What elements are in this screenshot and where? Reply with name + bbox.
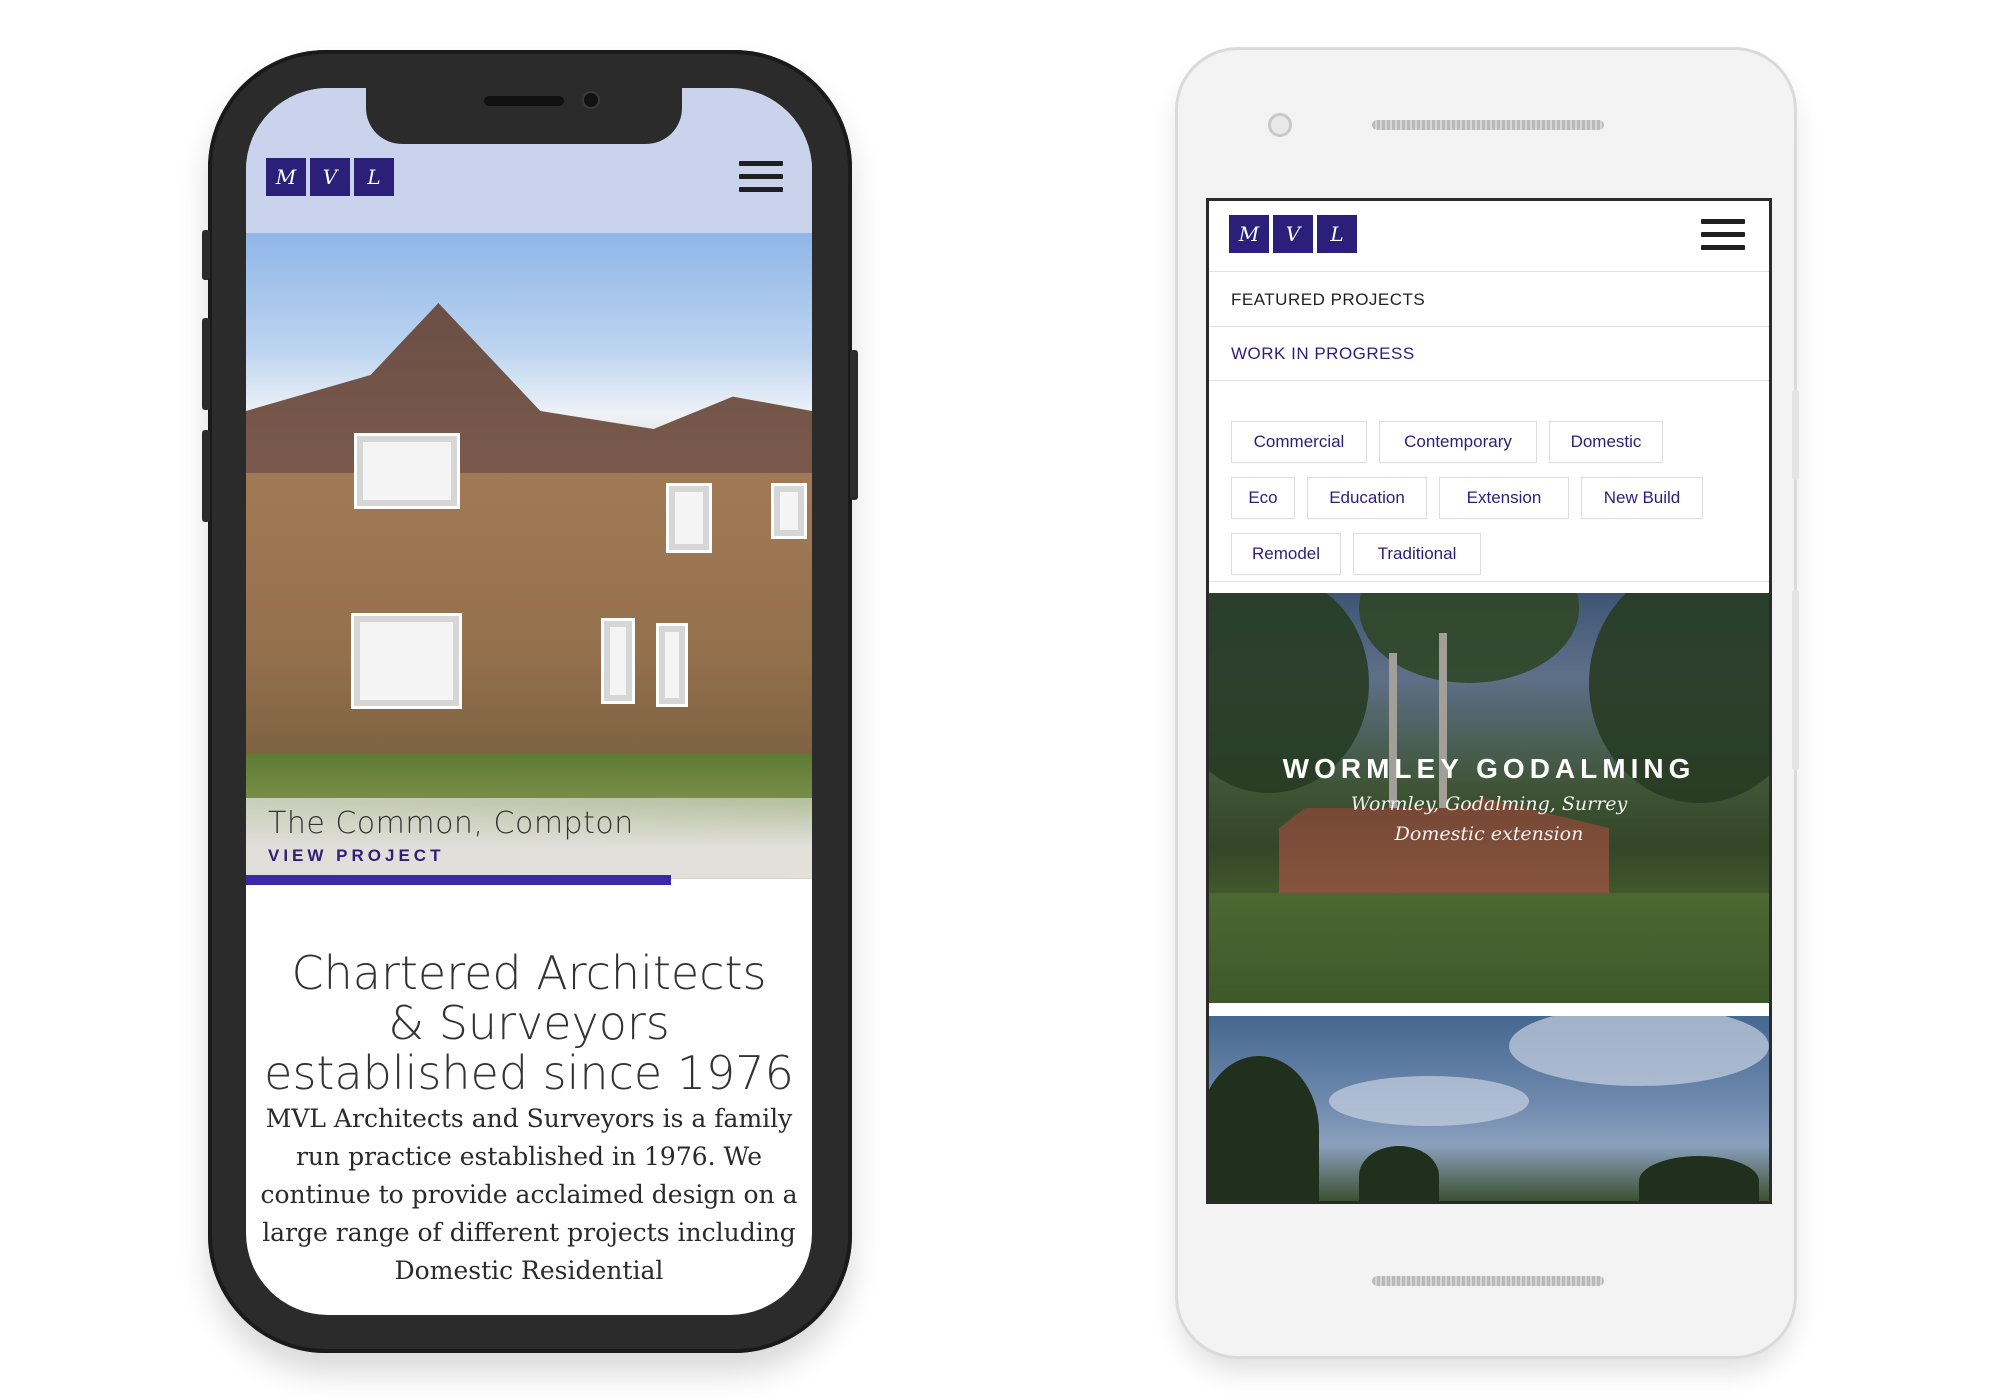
cloud: [1509, 1016, 1769, 1086]
logo-tile: M: [1229, 215, 1269, 253]
tag-domestic[interactable]: Domestic: [1549, 421, 1663, 463]
tagline-heading: Chartered Architects & Surveyors establi…: [264, 946, 794, 1100]
menu-featured-projects[interactable]: FEATURED PROJECTS: [1209, 273, 1769, 327]
volume-down-button: [202, 430, 210, 522]
tag-remodel[interactable]: Remodel: [1231, 533, 1341, 575]
house-window: [351, 613, 462, 709]
iphone-mockup: M V L The Common, Compton VIEW PROJECT C…: [202, 50, 858, 1353]
project-title: WORMLEY GODALMING: [1282, 753, 1696, 784]
volume-up-button: [202, 318, 210, 410]
house-window: [656, 623, 688, 707]
pixel-screen: M V L FEATURED PROJECTS WORK IN PROGRESS…: [1206, 198, 1772, 1204]
tag-commercial[interactable]: Commercial: [1231, 421, 1367, 463]
project-title: The Common, Compton: [268, 806, 634, 841]
front-camera: [1268, 113, 1292, 137]
tag-contemporary[interactable]: Contemporary: [1379, 421, 1537, 463]
tag-education[interactable]: Education: [1307, 477, 1427, 519]
divider: [1209, 581, 1769, 582]
logo-tile: L: [354, 158, 394, 196]
mvl-logo[interactable]: M V L: [1229, 215, 1357, 253]
house-window: [354, 433, 460, 509]
notch: [366, 88, 682, 144]
featured-project-card[interactable]: WORMLEY GODALMING Wormley, Godalming, Su…: [1209, 593, 1769, 1003]
volume-button: [1792, 590, 1799, 770]
tag-extension[interactable]: Extension: [1439, 477, 1569, 519]
power-button: [1792, 390, 1799, 480]
intro-paragraph: MVL Architects and Surveyors is a family…: [260, 1104, 798, 1285]
power-button: [850, 350, 858, 500]
speaker: [484, 96, 564, 106]
house-window: [601, 618, 635, 704]
menu-label: WORK IN PROGRESS: [1231, 343, 1415, 363]
tree: [1209, 1056, 1319, 1201]
iphone-screen: M V L The Common, Compton VIEW PROJECT C…: [246, 88, 812, 1315]
logo-tile: V: [1273, 215, 1313, 253]
pixel-mockup: M V L FEATURED PROJECTS WORK IN PROGRESS…: [1178, 50, 1799, 1356]
top-speaker: [1372, 120, 1604, 130]
tree: [1359, 1146, 1439, 1201]
camera: [582, 91, 600, 109]
hamburger-menu-icon[interactable]: [1701, 219, 1745, 251]
house-wall: [246, 473, 812, 773]
hamburger-menu-icon[interactable]: [739, 161, 783, 193]
silent-switch: [202, 230, 210, 280]
tag-traditional[interactable]: Traditional: [1353, 533, 1481, 575]
project-location: Wormley, Godalming, Surrey: [1350, 793, 1628, 815]
logo-tile: L: [1317, 215, 1357, 253]
site-header: M V L: [1209, 201, 1769, 272]
house-window: [666, 483, 712, 553]
view-project-link[interactable]: VIEW PROJECT: [268, 846, 444, 866]
bottom-speaker: [1372, 1276, 1604, 1286]
logo-tile: M: [266, 158, 306, 196]
cloud: [1329, 1076, 1529, 1126]
logo-tile: V: [310, 158, 350, 196]
menu-label: FEATURED PROJECTS: [1231, 289, 1426, 309]
house-roof: [246, 303, 812, 483]
tag-eco[interactable]: Eco: [1231, 477, 1295, 519]
next-project-card[interactable]: [1209, 1016, 1769, 1201]
slide-progress-bar: [246, 875, 671, 885]
tree: [1639, 1156, 1759, 1201]
tag-new-build[interactable]: New Build: [1581, 477, 1703, 519]
hero-image: [246, 233, 812, 879]
project-type: Domestic extension: [1394, 823, 1584, 845]
house-window: [771, 483, 807, 539]
menu-work-in-progress[interactable]: WORK IN PROGRESS: [1209, 327, 1769, 381]
mvl-logo[interactable]: M V L: [266, 158, 394, 196]
